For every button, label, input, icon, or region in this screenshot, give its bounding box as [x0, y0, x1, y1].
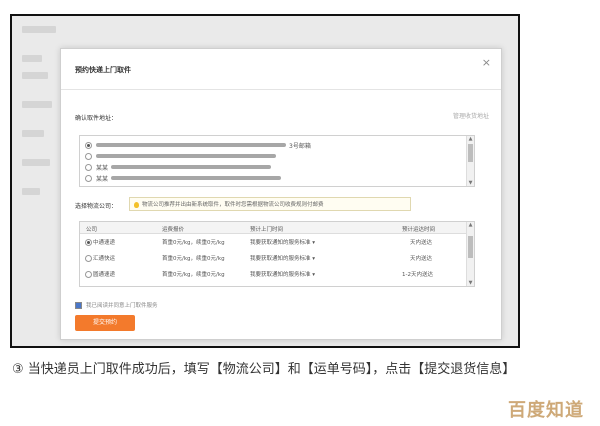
submit-button[interactable]: 提交预约 — [75, 315, 135, 331]
radio-selected-icon[interactable] — [85, 141, 92, 149]
divider — [61, 89, 501, 90]
redacted-text — [96, 154, 276, 158]
address-option[interactable]: 某某 — [85, 173, 282, 183]
table-header: 公司 运费报价 预计上门时间 预计运达时间 — [80, 222, 474, 234]
address-label: 确认取件地址： — [75, 115, 118, 122]
radio-icon[interactable] — [85, 163, 92, 171]
step-caption: ③ 当快递员上门取件成功后，填写【物流公司】和【运单号码】，点击【提交退货信息】 — [12, 362, 516, 377]
row-price: 首重0元/kg，续重0元/kg — [162, 240, 225, 246]
address-option[interactable]: 某某 — [85, 162, 272, 172]
row-company: 中通速递 — [93, 240, 116, 246]
address-option[interactable] — [85, 151, 276, 161]
company-hint-text: 物流公司推荐并出由新系统取件，取件时您需根据物流公司收费规则付邮费 — [142, 202, 324, 208]
address-name: 某某 — [96, 175, 109, 183]
address-suffix: 3号邮箱 — [289, 142, 311, 150]
table-scrollbar[interactable]: ▲ ▼ — [466, 222, 474, 286]
table-row[interactable]: 圆通速递 首重0元/kg，续重0元/kg 我要获取通知的服务标准 ▾ 1-2天内… — [80, 266, 474, 280]
radio-selected-icon[interactable] — [85, 239, 92, 246]
row-company: 汇通快运 — [93, 256, 116, 262]
scroll-up-icon[interactable]: ▲ — [467, 136, 474, 142]
row-company: 圆通速递 — [93, 272, 116, 278]
address-list: 3号邮箱 某某 某某 ▲ ▼ — [79, 135, 475, 187]
radio-icon[interactable] — [85, 174, 92, 182]
watermark-logo: 百度知道 — [508, 400, 584, 421]
col-delivery: 预计运达时间 — [402, 227, 436, 233]
table-row[interactable]: 中通速递 首重0元/kg，续重0元/kg 我要获取通知的服务标准 ▾ 天内送达 — [80, 234, 474, 248]
lightbulb-icon — [134, 201, 139, 208]
col-price: 运费报价 — [162, 227, 185, 233]
agreement-checkbox[interactable] — [75, 301, 82, 309]
company-hint: 物流公司推荐并出由新系统取件，取件时您需根据物流公司收费规则付邮费 — [129, 197, 411, 211]
row-price: 首重0元/kg，续重0元/kg — [162, 272, 225, 278]
row-delivery: 天内送达 — [410, 256, 433, 262]
redacted-text — [111, 165, 272, 169]
scroll-down-icon[interactable]: ▼ — [467, 180, 474, 186]
pickup-dialog: 预约快递上门取件 × 确认取件地址： 管理收货地址 3号邮箱 某某 某某 ▲ ▼… — [60, 48, 502, 340]
dialog-title: 预约快递上门取件 — [75, 66, 131, 74]
row-pickup[interactable]: 我要获取通知的服务标准 ▾ — [250, 254, 315, 262]
row-pickup[interactable]: 我要获取通知的服务标准 ▾ — [250, 270, 315, 278]
col-company: 公司 — [86, 227, 98, 233]
row-price: 首重0元/kg，续重0元/kg — [162, 256, 225, 262]
row-delivery: 1-2天内送达 — [402, 272, 433, 278]
company-label: 选择物流公司： — [75, 203, 118, 210]
radio-icon[interactable] — [85, 152, 92, 160]
scroll-down-icon[interactable]: ▼ — [467, 280, 474, 286]
background-sidebar — [18, 16, 64, 346]
scroll-up-icon[interactable]: ▲ — [467, 222, 474, 228]
col-pickup: 预计上门时间 — [250, 227, 284, 233]
close-icon[interactable]: × — [482, 57, 491, 69]
scroll-thumb[interactable] — [468, 144, 473, 162]
manage-address-link[interactable]: 管理收货地址 — [453, 111, 489, 120]
agreement-row[interactable]: 我已阅读并同意上门取件服务 — [75, 301, 158, 309]
row-pickup[interactable]: 我要获取通知的服务标准 ▾ — [250, 238, 315, 246]
screenshot-frame: 预约快递上门取件 × 确认取件地址： 管理收货地址 3号邮箱 某某 某某 ▲ ▼… — [10, 14, 520, 348]
radio-icon[interactable] — [85, 255, 92, 262]
address-scrollbar[interactable]: ▲ ▼ — [466, 136, 474, 186]
scroll-thumb[interactable] — [468, 236, 473, 258]
agreement-text: 我已阅读并同意上门取件服务 — [86, 303, 158, 309]
redacted-text — [96, 143, 286, 147]
courier-table: 公司 运费报价 预计上门时间 预计运达时间 中通速递 首重0元/kg，续重0元/… — [79, 221, 475, 287]
radio-icon[interactable] — [85, 271, 92, 278]
address-name: 某某 — [96, 164, 109, 172]
row-delivery: 天内送达 — [410, 240, 433, 246]
table-row[interactable]: 汇通快运 首重0元/kg，续重0元/kg 我要获取通知的服务标准 ▾ 天内送达 — [80, 250, 474, 264]
address-option[interactable]: 3号邮箱 — [85, 140, 311, 150]
redacted-text — [111, 176, 282, 180]
